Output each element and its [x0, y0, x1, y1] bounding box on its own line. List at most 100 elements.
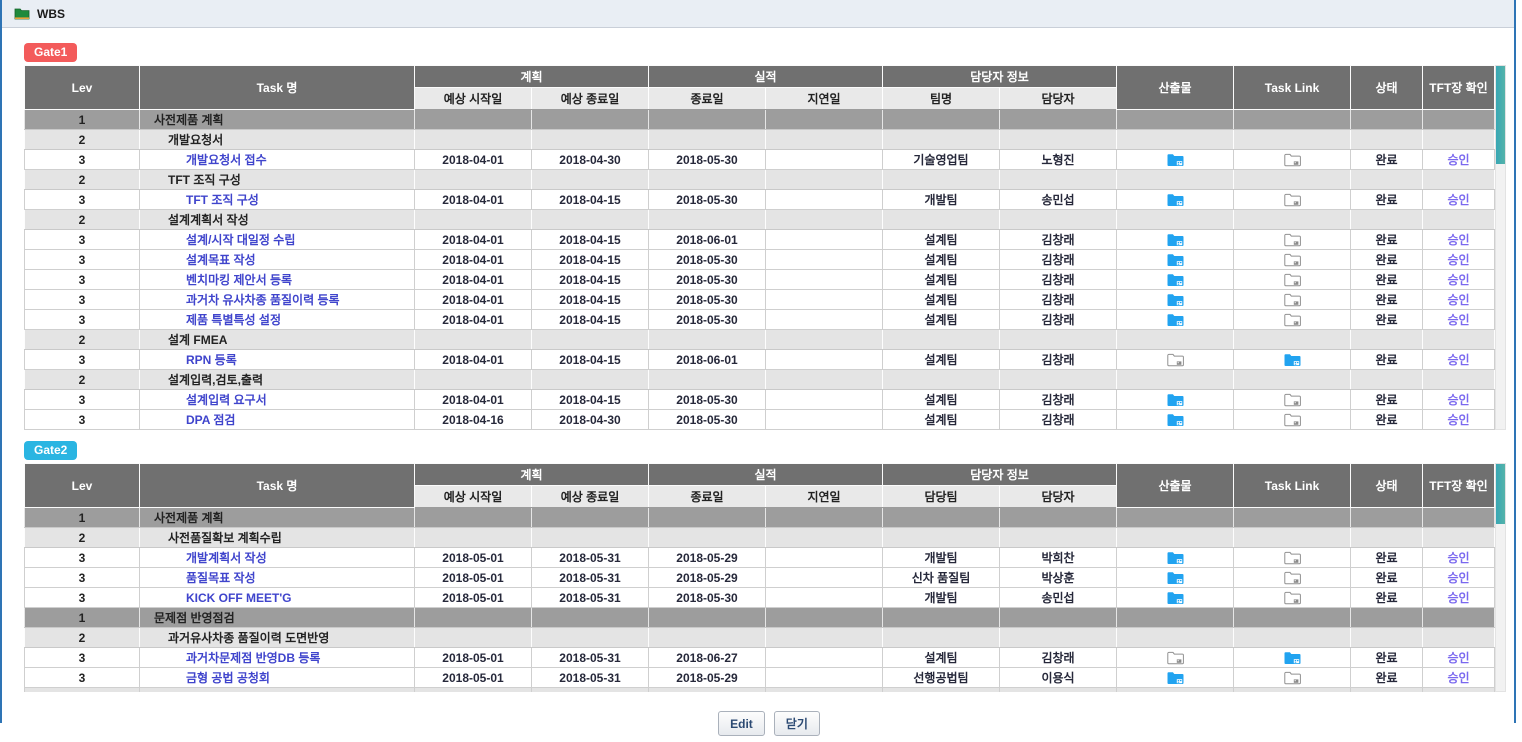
approve-link[interactable]: 승인: [1447, 233, 1469, 247]
task-name-link[interactable]: KICK OFF MEET'G: [186, 591, 292, 605]
gray-folder-icon[interactable]: [1284, 253, 1301, 267]
approve-link[interactable]: 승인: [1447, 353, 1469, 367]
close-button[interactable]: 닫기: [774, 711, 820, 736]
cell-delay: [766, 110, 883, 130]
cell-status: [1351, 508, 1423, 528]
approve-link[interactable]: 승인: [1447, 571, 1469, 585]
task-name-link[interactable]: 설계목표 작성: [186, 253, 256, 267]
cell-plan-end: 2018-04-15: [532, 250, 649, 270]
scrollbar-thumb[interactable]: [1496, 66, 1505, 164]
col-header-task-link: Task Link: [1234, 66, 1351, 110]
header-group-row: LevTask 명계획실적담당자 정보산출물Task Link상태TFT장 확인: [25, 464, 1495, 486]
blue-folder-icon[interactable]: [1167, 273, 1184, 287]
cell-plan-start: 2018-04-01: [415, 250, 532, 270]
scrollbar-thumb[interactable]: [1496, 464, 1505, 524]
gray-folder-icon[interactable]: [1284, 551, 1301, 565]
task-name-link[interactable]: 품질목표 작성: [186, 571, 256, 585]
gray-folder-icon[interactable]: [1284, 393, 1301, 407]
cell-actual-end: 2018-05-30: [649, 390, 766, 410]
approve-link[interactable]: 승인: [1447, 393, 1469, 407]
col-subheader-actual-end: 종료일: [649, 486, 766, 508]
cell-plan-end: [532, 628, 649, 648]
gray-folder-icon[interactable]: [1284, 273, 1301, 287]
cell-team: 설계팀: [883, 350, 1000, 370]
blue-folder-icon[interactable]: [1284, 651, 1301, 665]
edit-button[interactable]: Edit: [718, 711, 765, 736]
approve-link[interactable]: 승인: [1447, 153, 1469, 167]
task-name-link[interactable]: RPN 등록: [186, 353, 237, 367]
blue-folder-icon[interactable]: [1167, 153, 1184, 167]
cell-task-name: 설계입력 요구서: [140, 390, 415, 410]
approve-link[interactable]: 승인: [1447, 313, 1469, 327]
approve-link[interactable]: 승인: [1447, 253, 1469, 267]
cell-status: [1351, 330, 1423, 350]
task-name-link[interactable]: 벤치마킹 제안서 등록: [186, 273, 292, 287]
blue-folder-icon[interactable]: [1167, 293, 1184, 307]
cell-task-name: 과거유사차종 품질이력 도면반영: [140, 628, 415, 648]
cell-person: [1000, 370, 1117, 390]
task-name-link[interactable]: 금형 공법 공청회: [186, 671, 270, 685]
gray-folder-icon[interactable]: [1284, 313, 1301, 327]
task-name-link[interactable]: 과거차문제점 반영DB 등록: [186, 651, 320, 665]
gray-folder-icon[interactable]: [1284, 413, 1301, 427]
col-header-task: Task 명: [140, 66, 415, 110]
cell-plan-start: 2018-04-01: [415, 310, 532, 330]
gray-folder-icon[interactable]: [1284, 233, 1301, 247]
approve-link[interactable]: 승인: [1447, 551, 1469, 565]
approve-link[interactable]: 승인: [1447, 273, 1469, 287]
gray-folder-icon[interactable]: [1284, 671, 1301, 685]
gate2-scrollbar[interactable]: [1495, 463, 1506, 692]
cell-task-name: 설계목표 작성: [140, 250, 415, 270]
cell-deliverable: [1117, 290, 1234, 310]
blue-folder-icon[interactable]: [1167, 571, 1184, 585]
cell-team: 설계팀: [883, 290, 1000, 310]
approve-link[interactable]: 승인: [1447, 293, 1469, 307]
approve-link[interactable]: 승인: [1447, 413, 1469, 427]
cell-plan-end: 2018-05-31: [532, 668, 649, 688]
approve-link[interactable]: 승인: [1447, 651, 1469, 665]
blue-folder-icon[interactable]: [1167, 233, 1184, 247]
approve-link[interactable]: 승인: [1447, 591, 1469, 605]
gray-folder-icon[interactable]: [1284, 293, 1301, 307]
cell-deliverable: [1117, 150, 1234, 170]
cell-actual-end: [649, 170, 766, 190]
cell-tft-confirm: 승인: [1423, 150, 1495, 170]
blue-folder-icon[interactable]: [1167, 591, 1184, 605]
cell-plan-start: 2018-04-01: [415, 150, 532, 170]
table-row-lev3: 3벤치마킹 제안서 등록2018-04-012018-04-152018-05-…: [25, 270, 1495, 290]
gate1-scrollbar[interactable]: [1495, 65, 1506, 430]
cell-task-link: [1234, 508, 1351, 528]
task-name-link[interactable]: 제품 특별특성 설정: [186, 313, 281, 327]
blue-folder-icon[interactable]: [1284, 353, 1301, 367]
gray-folder-icon[interactable]: [1284, 193, 1301, 207]
approve-link[interactable]: 승인: [1447, 671, 1469, 685]
task-name-link[interactable]: 개발요청서 접수: [186, 153, 267, 167]
cell-deliverable: [1117, 110, 1234, 130]
blue-folder-icon[interactable]: [1167, 253, 1184, 267]
task-name-link[interactable]: 설계입력 요구서: [186, 393, 267, 407]
blue-folder-icon[interactable]: [1167, 671, 1184, 685]
table-row-clipped: [25, 688, 1495, 693]
blue-folder-icon[interactable]: [1167, 193, 1184, 207]
cell-status: 완료: [1351, 648, 1423, 668]
task-name-link[interactable]: 과거차 유사차종 품질이력 등록: [186, 293, 340, 307]
blue-folder-icon[interactable]: [1167, 313, 1184, 327]
gray-folder-icon[interactable]: [1167, 651, 1184, 665]
table-row-lev2: 2개발요청서: [25, 130, 1495, 150]
task-name-link[interactable]: 설계/시작 대일정 수립: [186, 233, 295, 247]
blue-folder-icon[interactable]: [1167, 393, 1184, 407]
approve-link[interactable]: 승인: [1447, 193, 1469, 207]
cell-tft-confirm: 승인: [1423, 588, 1495, 608]
gray-folder-icon[interactable]: [1284, 591, 1301, 605]
col-header-owner-info: 담당자 정보: [883, 66, 1117, 88]
task-name-link[interactable]: TFT 조직 구성: [186, 193, 259, 207]
gray-folder-icon[interactable]: [1284, 153, 1301, 167]
blue-folder-icon[interactable]: [1167, 413, 1184, 427]
table-row-lev2: 2설계입력,검토,출력: [25, 370, 1495, 390]
gray-folder-icon[interactable]: [1284, 571, 1301, 585]
cell-empty: [1423, 688, 1495, 693]
task-name-link[interactable]: 개발계획서 작성: [186, 551, 267, 565]
blue-folder-icon[interactable]: [1167, 551, 1184, 565]
task-name-link[interactable]: DPA 점검: [186, 413, 235, 427]
gray-folder-icon[interactable]: [1167, 353, 1184, 367]
